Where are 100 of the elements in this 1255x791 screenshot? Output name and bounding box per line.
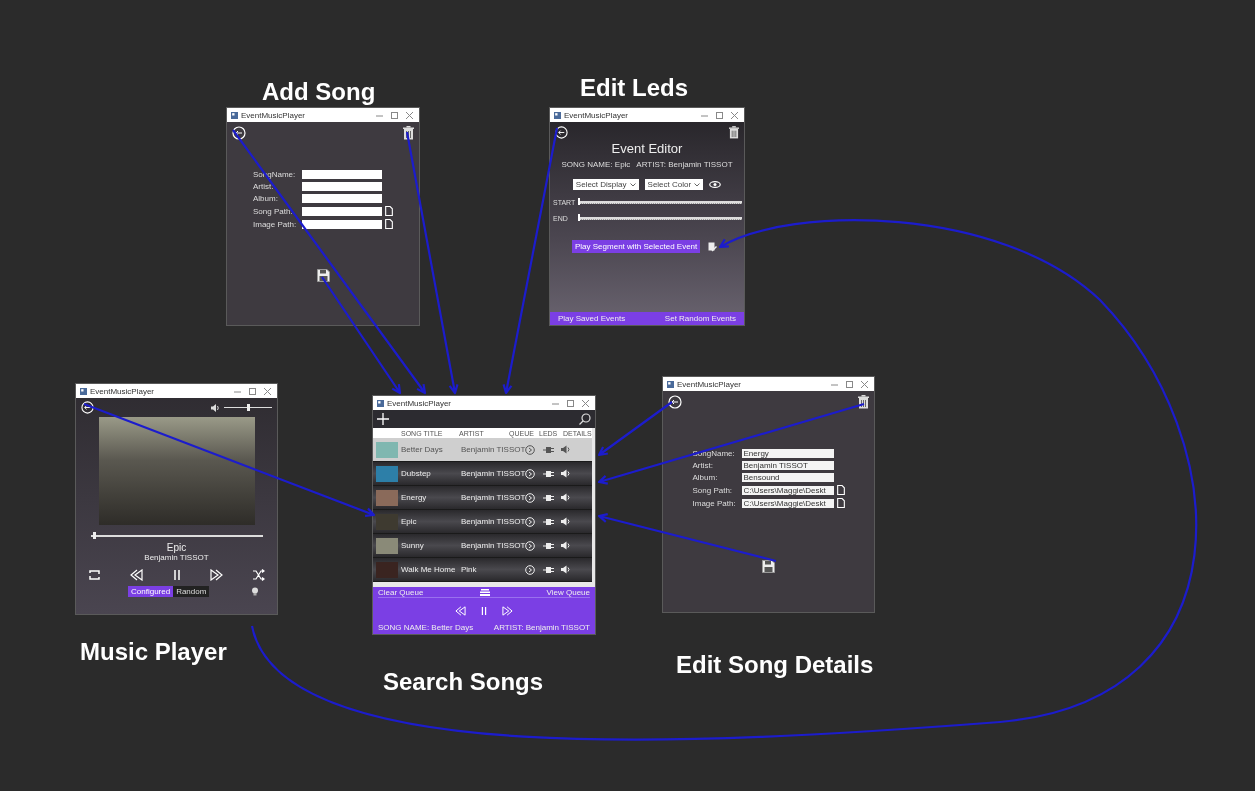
document-edit-icon[interactable] — [708, 241, 718, 252]
input-field[interactable] — [302, 170, 382, 179]
input-field[interactable] — [302, 219, 382, 229]
app-icon — [377, 399, 384, 407]
plug-icon[interactable] — [543, 517, 554, 526]
pause-icon[interactable] — [480, 605, 488, 616]
input-field[interactable] — [302, 206, 382, 216]
previous-icon[interactable] — [129, 568, 143, 581]
back-icon[interactable] — [232, 126, 246, 140]
shuffle-icon[interactable] — [252, 568, 265, 581]
artist-cell-text: Pink — [461, 565, 478, 574]
next-icon[interactable] — [210, 568, 224, 581]
slider-thumb[interactable] — [92, 532, 96, 539]
song-row[interactable]: Sunny Benjamin TISSOT — [373, 534, 592, 558]
song-title-cell-text: Walk Me Home — [401, 565, 457, 574]
field-label: SongName: — [692, 449, 736, 458]
back-icon[interactable] — [555, 126, 568, 139]
app-icon — [554, 111, 561, 119]
song-row[interactable]: Better Days Benjamin TISSOT — [373, 438, 592, 462]
add-icon[interactable] — [377, 413, 389, 425]
input-field[interactable] — [302, 182, 382, 191]
maximize-icon[interactable] — [249, 387, 256, 395]
save-icon[interactable] — [762, 560, 775, 573]
song-row[interactable]: Energy Benjamin TISSOT — [373, 486, 592, 510]
input-field[interactable]: C:\Users\Maggie\Deskt — [741, 498, 834, 508]
plug-icon[interactable] — [543, 469, 554, 478]
eye-icon[interactable] — [709, 181, 722, 188]
queue-list-icon[interactable] — [479, 589, 490, 596]
artist-cell: Benjamin TISSOT — [461, 517, 525, 526]
slider-thumb[interactable] — [247, 403, 250, 411]
window-title: EventMusicPlayer — [241, 110, 306, 120]
input-field[interactable]: C:\Users\Maggie\Deskt — [741, 485, 834, 495]
song-row[interactable]: Dubstep Benjamin TISSOT — [373, 462, 592, 486]
input-field[interactable]: Energy — [741, 449, 834, 458]
now-playing-artist: ARTIST: Benjamin TISSOT — [493, 623, 590, 632]
mode-toggle[interactable]: Random — [173, 585, 210, 597]
screen-caption: Add Song — [262, 80, 376, 104]
search-icon[interactable] — [579, 413, 591, 425]
plug-icon[interactable] — [543, 493, 554, 502]
repeat-icon[interactable] — [88, 568, 101, 581]
next-icon[interactable] — [502, 605, 513, 616]
thumbnail-placeholder — [376, 537, 398, 554]
maximize-icon[interactable] — [716, 111, 723, 119]
close-icon[interactable] — [264, 387, 271, 395]
app-icon — [80, 387, 87, 395]
close-icon[interactable] — [406, 111, 413, 119]
input-field[interactable]: Bensound — [741, 473, 834, 482]
bottom-bar-button[interactable]: Play Saved Events — [558, 314, 626, 323]
plug-icon[interactable] — [543, 445, 554, 454]
volume-icon[interactable] — [211, 403, 220, 412]
speaker-icon[interactable] — [561, 469, 571, 478]
artist-cell: Benjamin TISSOT — [461, 541, 525, 550]
speaker-icon[interactable] — [561, 493, 571, 502]
dropdown[interactable]: Select Color — [644, 179, 704, 190]
close-icon[interactable] — [861, 380, 868, 388]
maximize-icon[interactable] — [391, 111, 398, 119]
field-label: Artist: — [253, 182, 275, 191]
maximize-icon[interactable] — [846, 380, 853, 388]
plug-icon[interactable] — [543, 541, 554, 550]
window-title: EventMusicPlayer — [90, 386, 155, 396]
play-segment-button[interactable]: Play Segment with Selected Event — [572, 240, 701, 253]
save-icon[interactable] — [316, 269, 330, 282]
song-row[interactable]: Walk Me Home Pink — [373, 558, 592, 582]
artist-cell: Benjamin TISSOT — [461, 493, 525, 502]
song-title: Epic — [166, 541, 188, 553]
input-field[interactable] — [302, 194, 382, 203]
volume-slider[interactable] — [224, 406, 272, 409]
trash-icon[interactable] — [403, 126, 414, 140]
scrollbar[interactable] — [591, 428, 595, 582]
close-icon[interactable] — [731, 111, 738, 119]
trash-icon[interactable] — [858, 395, 869, 409]
maximize-icon[interactable] — [567, 399, 574, 407]
horizontal-scrollbar[interactable] — [373, 582, 595, 587]
dropdown[interactable]: Select Display — [572, 179, 639, 190]
plug-icon[interactable] — [543, 565, 554, 574]
slider-track[interactable] — [578, 217, 742, 220]
now-playing-text: SONG NAME: Better Days — [378, 623, 474, 632]
pause-icon[interactable] — [171, 568, 182, 581]
previous-icon[interactable] — [455, 605, 466, 616]
thumbnail-placeholder — [376, 441, 398, 458]
bottom-bar-button[interactable]: Set Random Events — [664, 314, 736, 323]
clear-queue-button[interactable]: Clear Queue — [378, 588, 424, 597]
thumbnail-placeholder — [376, 465, 398, 482]
speaker-icon[interactable] — [561, 517, 571, 526]
input-field[interactable]: Benjamin TISSOT — [741, 461, 834, 470]
add-to-queue-icon[interactable] — [525, 444, 535, 455]
speaker-icon[interactable] — [561, 565, 571, 574]
speaker-icon[interactable] — [561, 541, 571, 550]
trash-icon[interactable] — [729, 126, 739, 139]
back-icon[interactable] — [81, 401, 94, 414]
song-title-cell-text: Epic — [401, 517, 418, 526]
speaker-icon[interactable] — [561, 445, 571, 454]
song-row[interactable]: Epic Benjamin TISSOT — [373, 510, 592, 534]
close-icon[interactable] — [582, 399, 589, 407]
lightbulb-icon[interactable] — [251, 586, 259, 596]
back-icon[interactable] — [668, 395, 682, 409]
field-label: Song Path: — [692, 485, 734, 495]
view-queue-button[interactable]: View Queue — [546, 588, 590, 597]
mode-toggle[interactable]: Configured — [128, 585, 174, 597]
slider-track[interactable] — [578, 201, 742, 204]
